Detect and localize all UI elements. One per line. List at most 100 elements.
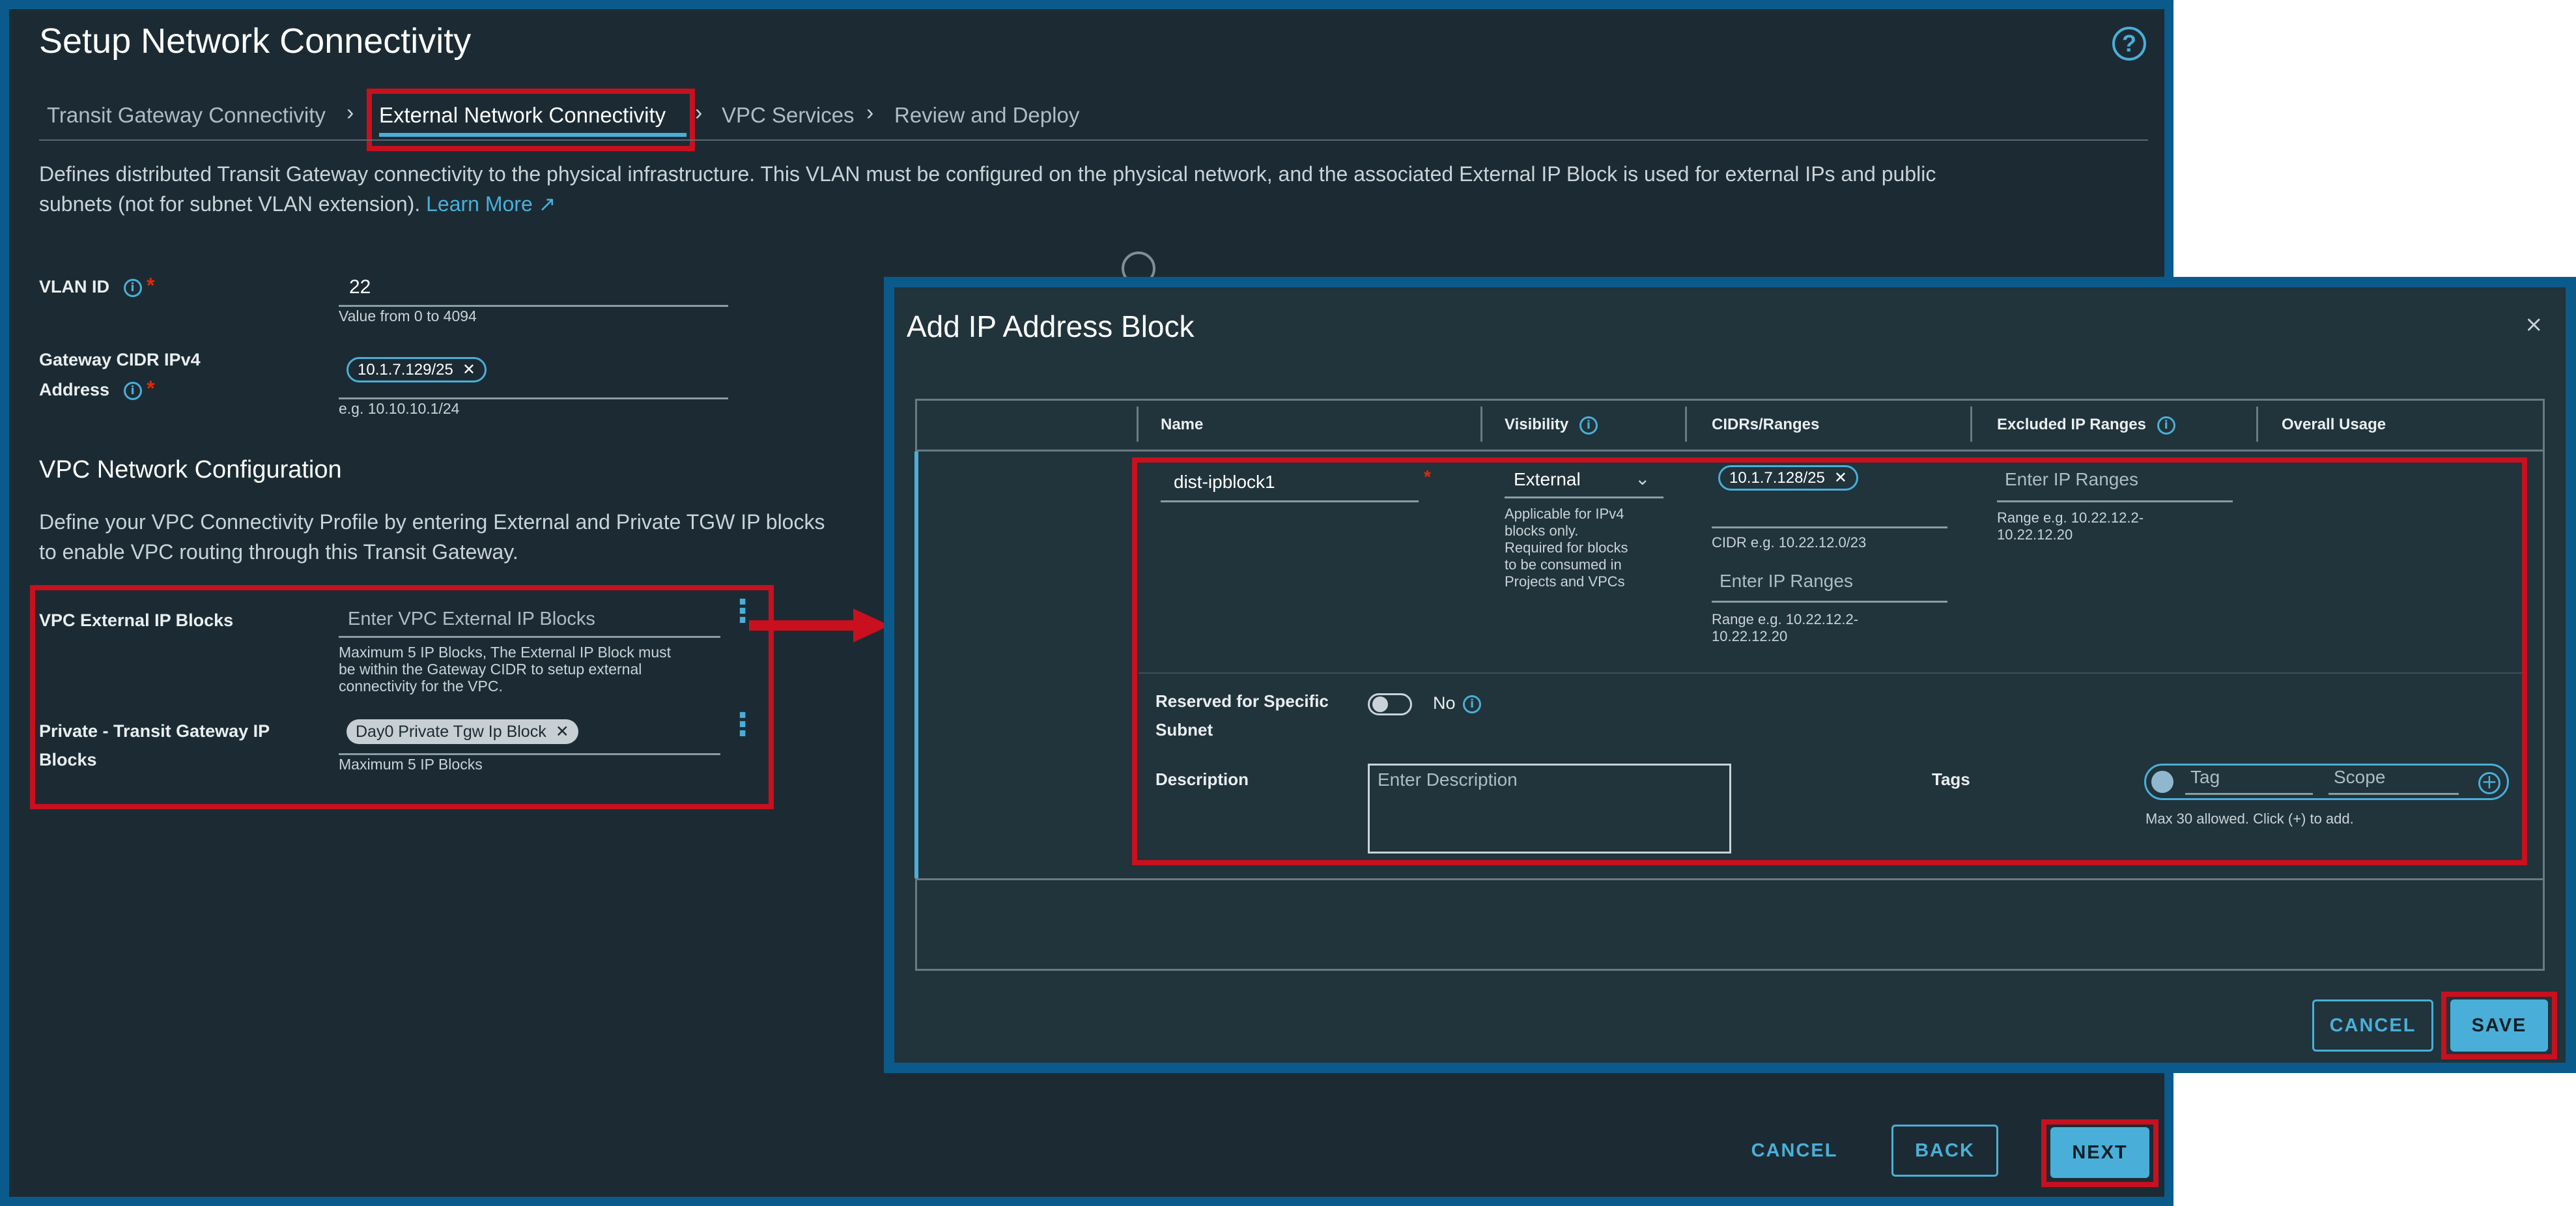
description-line-2-text: subnets (not for subnet VLAN extension). <box>39 192 421 216</box>
reserved-subnet-label-1: Reserved for Specific <box>1155 691 1329 711</box>
gateway-cidr-label: Gateway CIDR IPv4 Address i * <box>39 345 201 404</box>
annotation-arrow-icon <box>749 609 890 642</box>
visibility-note-3: Required for blocks <box>1505 539 1628 556</box>
vpc-external-ip-blocks-label: VPC External IP Blocks <box>39 610 234 630</box>
close-icon[interactable]: × <box>2525 311 2543 337</box>
private-tgw-label-line1: Private - Transit Gateway IP <box>39 721 270 741</box>
required-mark: * <box>147 274 155 297</box>
step-transit-gateway[interactable]: Transit Gateway Connectivity <box>47 103 326 128</box>
row-selected-indicator <box>914 452 918 878</box>
private-tgw-chip: Day0 Private Tgw Ip Block ✕ <box>347 719 578 744</box>
vpc-section-description: Define your VPC Connectivity Profile by … <box>39 507 886 567</box>
ip-ranges-helper-1: Range e.g. 10.22.12.2- <box>1712 611 1859 627</box>
gateway-cidr-label-line2: Address i * <box>39 374 201 404</box>
vpc-external-ip-blocks-input[interactable]: Enter VPC External IP Blocks <box>339 603 720 638</box>
visibility-note-4: to be consumed in <box>1505 556 1622 573</box>
vpc-external-placeholder: Enter VPC External IP Blocks <box>348 609 595 629</box>
gateway-cidr-label-line2-text: Address <box>39 380 110 399</box>
info-icon[interactable]: i <box>123 278 142 297</box>
column-header-cidrs[interactable]: CIDRs/Ranges <box>1712 416 1819 434</box>
vpc-desc-line-2: to enable VPC routing through this Trans… <box>39 540 518 564</box>
excluded-helper-2: 10.22.12.20 <box>1997 526 2073 543</box>
info-icon[interactable]: i <box>1579 416 1598 435</box>
name-input[interactable]: dist-ipblock1 <box>1161 467 1419 502</box>
reserved-subnet-label: Reserved for Specific Subnet <box>1155 687 1329 744</box>
vpc-external-helper-1: Maximum 5 IP Blocks, The External IP Blo… <box>339 644 672 661</box>
info-icon[interactable]: i <box>123 381 142 400</box>
step-review-deploy[interactable]: Review and Deploy <box>894 103 1079 128</box>
description-placeholder: Enter Description <box>1378 769 1518 790</box>
step-external-network[interactable]: External Network Connectivity <box>379 103 666 128</box>
remove-chip-icon[interactable]: ✕ <box>462 360 475 379</box>
tags-input-group: Tag Scope + <box>2144 764 2509 800</box>
vpc-external-helper: Maximum 5 IP Blocks, The External IP Blo… <box>339 644 671 695</box>
info-icon[interactable]: i <box>2157 416 2175 435</box>
next-button[interactable]: NEXT <box>2050 1127 2149 1178</box>
name-value: dist-ipblock1 <box>1174 472 1275 492</box>
cidr-chip-text: 10.1.7.128/25 <box>1729 469 1825 487</box>
ip-ranges-helper: Range e.g. 10.22.12.2- 10.22.12.20 <box>1712 611 1858 645</box>
column-divider <box>1685 407 1687 442</box>
page-description: Defines distributed Transit Gateway conn… <box>39 159 2149 219</box>
column-header-overall-usage[interactable]: Overall Usage <box>2282 416 2386 434</box>
vlan-id-label-text: VLAN ID <box>39 277 109 296</box>
scope-placeholder: Scope <box>2334 767 2386 787</box>
tags-helper: Max 30 allowed. Click (+) to add. <box>2145 811 2354 827</box>
private-tgw-chip-text: Day0 Private Tgw Ip Block <box>356 723 546 741</box>
description-line-1: Defines distributed Transit Gateway conn… <box>39 162 1936 186</box>
external-link-icon[interactable]: ↗ <box>539 192 556 216</box>
row-section-divider <box>1139 672 2522 674</box>
toggle-knob <box>1372 696 1388 712</box>
cidr-input[interactable]: 10.1.7.128/25 ✕ <box>1712 464 1947 528</box>
visibility-note-5: Projects and VPCs <box>1505 573 1625 590</box>
tag-input[interactable]: Tag <box>2185 767 2313 795</box>
column-header-excluded[interactable]: Excluded IP Ranges i <box>1997 416 2175 435</box>
vpc-section-title: VPC Network Configuration <box>39 456 342 483</box>
private-tgw-ip-blocks-input[interactable]: Day0 Private Tgw Ip Block ✕ <box>339 714 720 755</box>
cancel-button[interactable]: CANCEL <box>1726 1125 1863 1177</box>
visibility-select[interactable]: External ⌄ <box>1505 464 1663 498</box>
reserved-subnet-label-2: Subnet <box>1155 720 1213 739</box>
column-header-visibility[interactable]: Visibility i <box>1505 416 1598 435</box>
more-vertical-icon[interactable]: ⋮ <box>727 709 758 740</box>
required-mark: * <box>147 377 155 400</box>
vpc-external-helper-3: connectivity for the VPC. <box>339 678 503 695</box>
tag-placeholder: Tag <box>2190 767 2220 787</box>
column-divider <box>2256 407 2258 442</box>
vlan-id-input[interactable]: 22 <box>339 274 728 307</box>
excluded-ranges-placeholder: Enter IP Ranges <box>2005 469 2138 489</box>
page-title: Setup Network Connectivity <box>39 22 472 61</box>
info-icon[interactable]: i <box>1463 695 1482 713</box>
remove-chip-icon[interactable]: ✕ <box>556 722 569 741</box>
excluded-ranges-input[interactable]: Enter IP Ranges <box>1997 464 2233 502</box>
scope-input[interactable]: Scope <box>2328 767 2459 795</box>
column-divider <box>1480 407 1482 442</box>
excluded-helper-1: Range e.g. 10.22.12.2- <box>1997 510 2144 526</box>
back-button[interactable]: BACK <box>1891 1125 1998 1177</box>
gateway-cidr-input[interactable]: 10.1.7.129/25 ✕ <box>339 352 728 399</box>
vlan-id-label: VLAN ID i * <box>39 271 154 301</box>
modal-cancel-button[interactable]: CANCEL <box>2312 999 2433 1052</box>
learn-more-link[interactable]: Learn More <box>426 192 533 216</box>
question-circle-icon[interactable]: ? <box>2112 27 2146 61</box>
save-button[interactable]: SAVE <box>2450 999 2548 1052</box>
add-tag-icon[interactable]: + <box>2478 772 2500 794</box>
chevron-right-icon: › <box>347 100 354 125</box>
column-header-excluded-text: Excluded IP Ranges <box>1997 416 2146 433</box>
modal-title: Add IP Address Block <box>907 309 1195 343</box>
chevron-right-icon: › <box>866 100 874 125</box>
table-row-divider <box>917 878 2543 880</box>
reserved-subnet-toggle[interactable] <box>1368 693 1412 715</box>
remove-chip-icon[interactable]: ✕ <box>1834 468 1847 487</box>
vpc-desc-line-1: Define your VPC Connectivity Profile by … <box>39 510 825 534</box>
column-header-name[interactable]: Name <box>1161 416 1203 434</box>
step-vpc-services[interactable]: VPC Services <box>722 103 855 128</box>
private-tgw-ip-blocks-label: Private - Transit Gateway IP Blocks <box>39 717 270 774</box>
required-mark: * <box>1424 467 1431 487</box>
gateway-cidr-label-line1: Gateway CIDR IPv4 <box>39 350 201 369</box>
stepper-divider <box>39 139 2148 141</box>
gateway-cidr-chip: 10.1.7.129/25 ✕ <box>347 357 487 382</box>
ip-ranges-input[interactable]: Enter IP Ranges <box>1712 564 1947 603</box>
chevron-down-icon: ⌄ <box>1635 468 1650 489</box>
description-textarea[interactable]: Enter Description <box>1368 764 1731 854</box>
